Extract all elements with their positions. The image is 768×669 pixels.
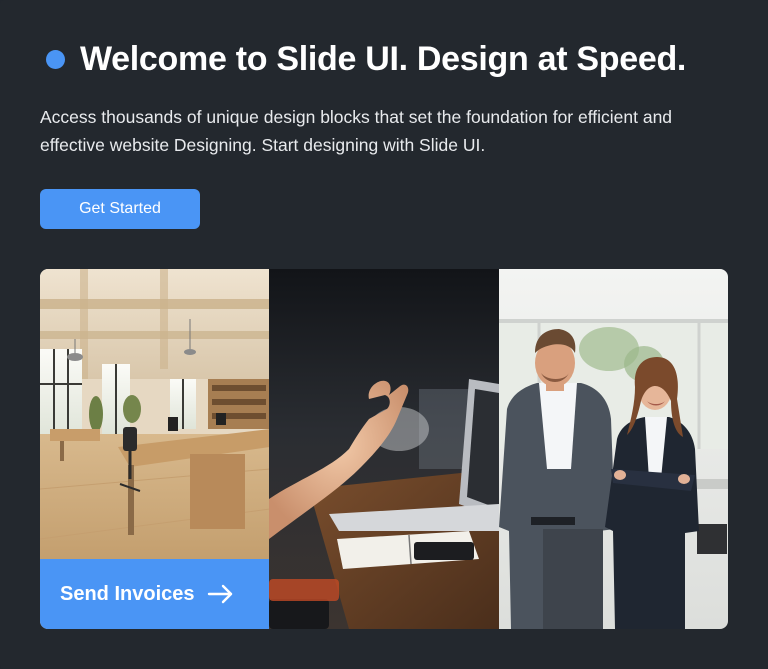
send-invoices-label: Send Invoices [60, 582, 195, 605]
send-invoices-card[interactable]: Send Invoices [40, 559, 269, 629]
image-gallery: Send Invoices [40, 269, 728, 629]
office-interior-image: Send Invoices [40, 269, 270, 629]
hero-heading-row: Welcome to Slide UI. Design at Speed. [46, 40, 686, 79]
get-started-button[interactable]: Get Started [40, 189, 200, 229]
accent-dot-icon [46, 50, 65, 69]
business-people-image [498, 269, 728, 629]
hero-description: Access thousands of unique design blocks… [40, 107, 673, 155]
arrow-right-icon [207, 584, 235, 604]
hero-title: Welcome to Slide UI. Design at Speed. [80, 40, 687, 78]
hand-desk-image [269, 269, 499, 629]
hero-section: Welcome to Slide UI. Design at Speed. Ac… [0, 0, 768, 669]
